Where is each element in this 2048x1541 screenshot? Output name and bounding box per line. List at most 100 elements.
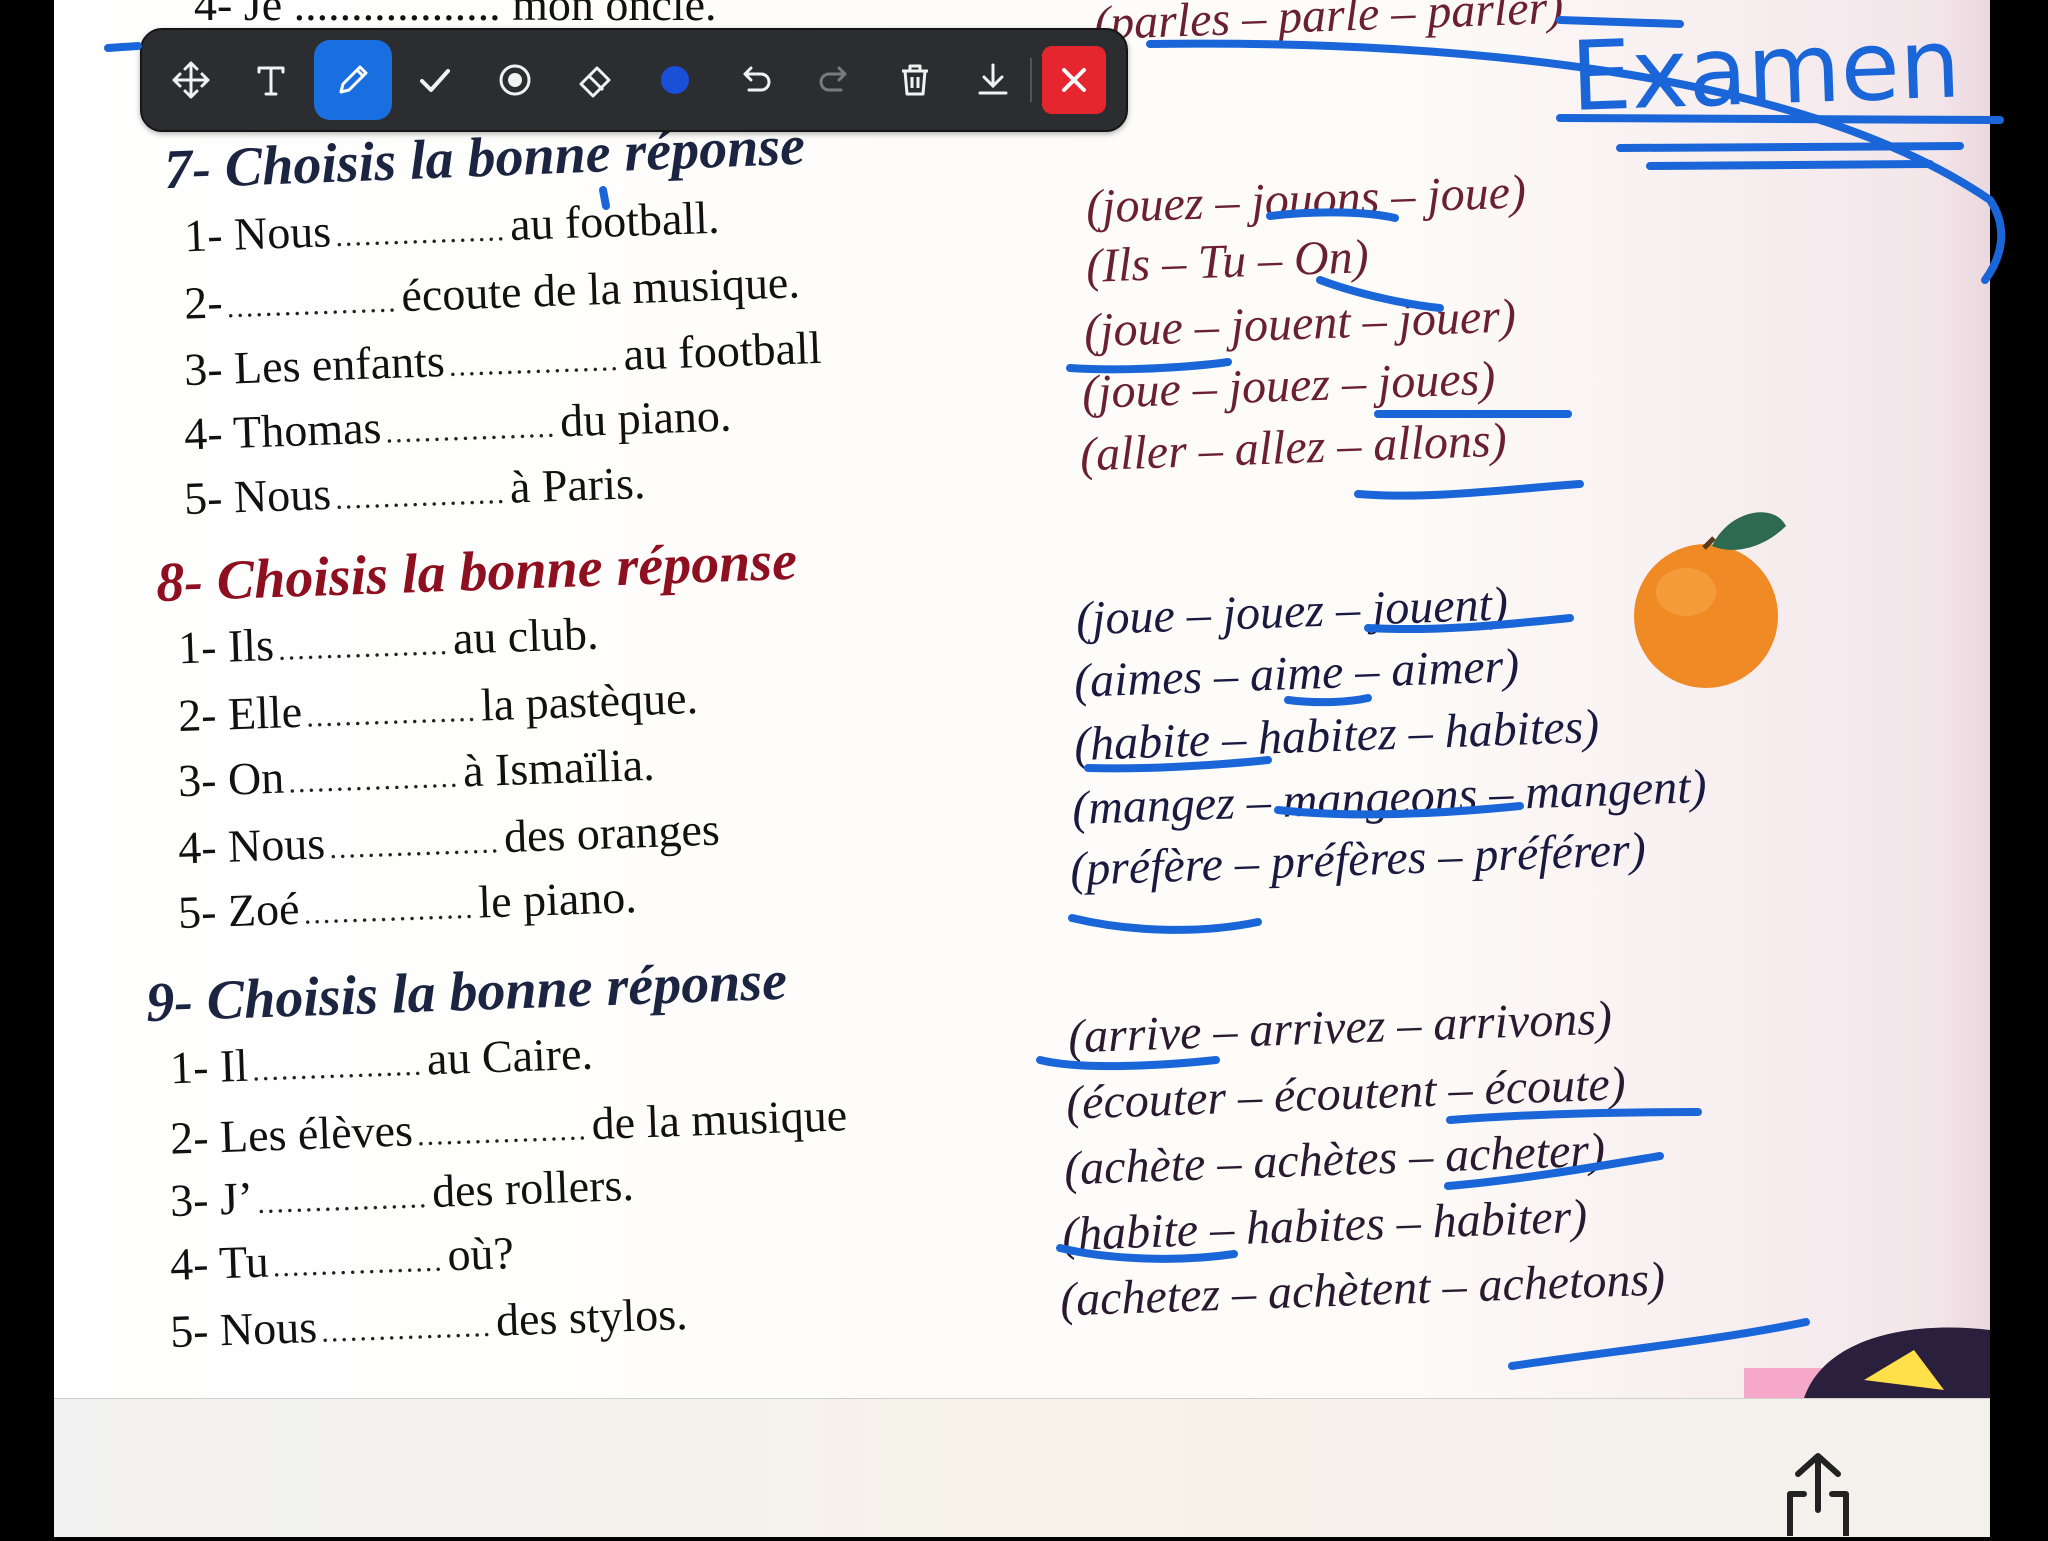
partial-line-left: 4- Je .................. mon oncle. [194,0,717,30]
item-text: écoute de la musique. [400,256,801,322]
bottom-bar [54,1398,1990,1537]
highlighter-button[interactable] [476,40,554,120]
options-line: (joue – jouez – jouent) [1075,577,1509,646]
options-line: (joue – jouez – joues) [1081,351,1497,420]
check-icon [420,69,450,92]
item-text: à Paris. [509,456,647,513]
section-8-title: 8- Choisis la bonne réponse [155,529,798,615]
item-text: des oranges [503,803,721,863]
answer-blank: .................. [305,694,478,734]
item-number: 4- Tu [169,1235,270,1290]
options-line: (joue – jouent – jouer) [1083,289,1517,358]
item-text: au football [622,321,823,380]
item-number: 1- Nous [183,205,332,262]
item-text: du piano. [559,389,733,447]
options-line: (arrive – arrivez – arrivons) [1067,991,1613,1064]
item-number: 1- Il [169,1039,249,1094]
eraser-button[interactable] [556,40,634,120]
move-icon [172,61,210,99]
highlighter-icon [499,64,531,96]
options-line: (habite – habitez – habites) [1073,699,1601,772]
pen-tool-button[interactable] [314,40,392,120]
list-item: 1- Il .................. au Caire. [169,1027,594,1095]
item-number: 3- J’ [169,1172,255,1227]
item-text: au Caire. [426,1027,594,1085]
list-item: 5- Nous .................. à Paris. [183,456,646,525]
item-number: 3- On [177,751,286,807]
eraser-icon [579,66,611,98]
list-item: 4- Tu .................. où? [169,1226,515,1291]
item-number: 1- Ils [177,619,275,674]
answer-blank: .................. [334,476,507,516]
options-line: (Ils – Tu – On) [1085,230,1370,293]
answer-blank: .................. [287,760,460,800]
undo-button[interactable] [716,40,794,120]
item-text: de la musique [590,1089,848,1150]
list-item: 2- Les élèves .................. de la m… [169,1088,848,1165]
list-item: 1- Ils .................. au club. [177,607,599,675]
item-text: des rollers. [431,1158,635,1217]
toolbar-separator [1030,58,1032,102]
item-text: la pastèque. [479,671,699,731]
undo-icon [743,66,771,92]
item-number: 2- [183,276,224,329]
options-line: (habite – habites – habiter) [1061,1189,1589,1262]
answer-blank: .................. [256,1181,429,1221]
options-line: (achetez – achètent – achetons) [1059,1252,1666,1327]
options-line: (achète – achètes – acheter) [1063,1123,1606,1196]
item-number: 4- Nous [177,817,326,874]
list-item: 5- Nous .................. des stylos. [169,1287,688,1358]
answer-blank: .................. [416,1113,589,1153]
list-item: 4- Nous .................. des oranges [177,803,720,875]
redo-button[interactable] [796,40,874,120]
list-item: 3- Les enfants .................. au foo… [183,321,822,396]
list-item: 1- Nous .................. au football. [183,191,720,263]
options-line: (écouter – écoutent – écoute) [1065,1057,1627,1130]
partial-line-right: (parles – parle – parler) [1093,0,1565,51]
list-item: 2- Elle .................. la pastèque. [177,671,699,742]
pen-icon [339,65,368,94]
text-icon [257,66,285,96]
answer-blank: .................. [272,1244,445,1284]
trash-icon [902,64,928,96]
section-9-title: 9- Choisis la bonne réponse [145,949,788,1035]
item-number: 5- Nous [169,1300,318,1358]
list-item: 3- J’ .................. des rollers. [169,1158,634,1227]
text-tool-button[interactable] [232,40,310,120]
list-item: 4- Thomas .................. du piano. [183,388,732,460]
share-button[interactable] [1770,1450,1866,1539]
close-button[interactable] [1042,46,1106,114]
answer-blank: .................. [448,343,621,383]
share-icon [1787,1453,1849,1539]
answer-blank: .................. [320,1309,493,1349]
download-button[interactable] [954,40,1032,120]
item-number: 5- Nous [183,467,332,525]
color-picker-button[interactable] [636,40,714,120]
answer-blank: .................. [328,826,501,866]
item-text: où? [446,1227,515,1281]
check-tool-button[interactable] [396,40,474,120]
item-number: 2- Les élèves [169,1104,414,1164]
item-number: 4- Thomas [183,401,383,460]
annotation-toolbar [140,28,1128,132]
answer-blank: .................. [226,285,399,325]
download-icon [978,63,1008,95]
options-line: (préfère – préfères – préférer) [1069,822,1647,897]
options-line: (jouez – jouons – joue) [1085,165,1527,234]
answer-blank: .................. [384,410,557,450]
list-item: 5- Zoé .................. le piano. [177,870,637,939]
item-number: 3- Les enfants [183,335,446,396]
delete-button[interactable] [876,40,954,120]
move-button[interactable] [152,40,230,120]
list-item: 2- .................. écoute de la musiq… [183,255,800,329]
answer-blank: .................. [334,214,507,254]
item-number: 5- Zoé [177,882,301,938]
item-text: le piano. [477,871,638,928]
item-text: au club. [451,607,600,664]
item-text: des stylos. [495,1287,689,1346]
worksheet-page[interactable]: 4- Je .................. mon oncle. (par… [54,0,1990,1398]
item-text: au football. [509,191,721,250]
corner-decoration [1744,1327,1990,1398]
color-icon [661,66,689,94]
answer-blank: .................. [303,891,476,931]
